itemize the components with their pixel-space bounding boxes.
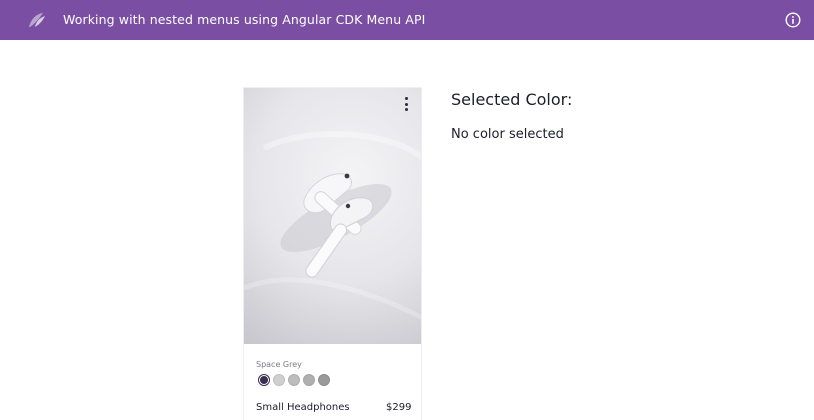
- product-name: Small Headphones: [256, 402, 350, 413]
- product-card: Space Grey Small Headphones $299: [243, 87, 422, 420]
- product-price: $299: [386, 402, 412, 413]
- color-swatches: [258, 374, 330, 386]
- info-circle-icon[interactable]: [785, 12, 801, 28]
- more-vert-icon[interactable]: [401, 96, 411, 112]
- color-swatch[interactable]: [303, 374, 315, 386]
- selected-color-label: Space Grey: [256, 360, 302, 369]
- color-swatch[interactable]: [288, 374, 300, 386]
- color-swatch[interactable]: [258, 374, 270, 386]
- color-swatch[interactable]: [318, 374, 330, 386]
- color-swatch[interactable]: [273, 374, 285, 386]
- leaf-logo-icon: [26, 11, 48, 29]
- selected-color-value: No color selected: [451, 127, 564, 142]
- app-toolbar: Working with nested menus using Angular …: [0, 0, 814, 40]
- product-image: [244, 88, 421, 344]
- toolbar-title: Working with nested menus using Angular …: [63, 12, 426, 27]
- selected-color-heading: Selected Color:: [451, 90, 573, 109]
